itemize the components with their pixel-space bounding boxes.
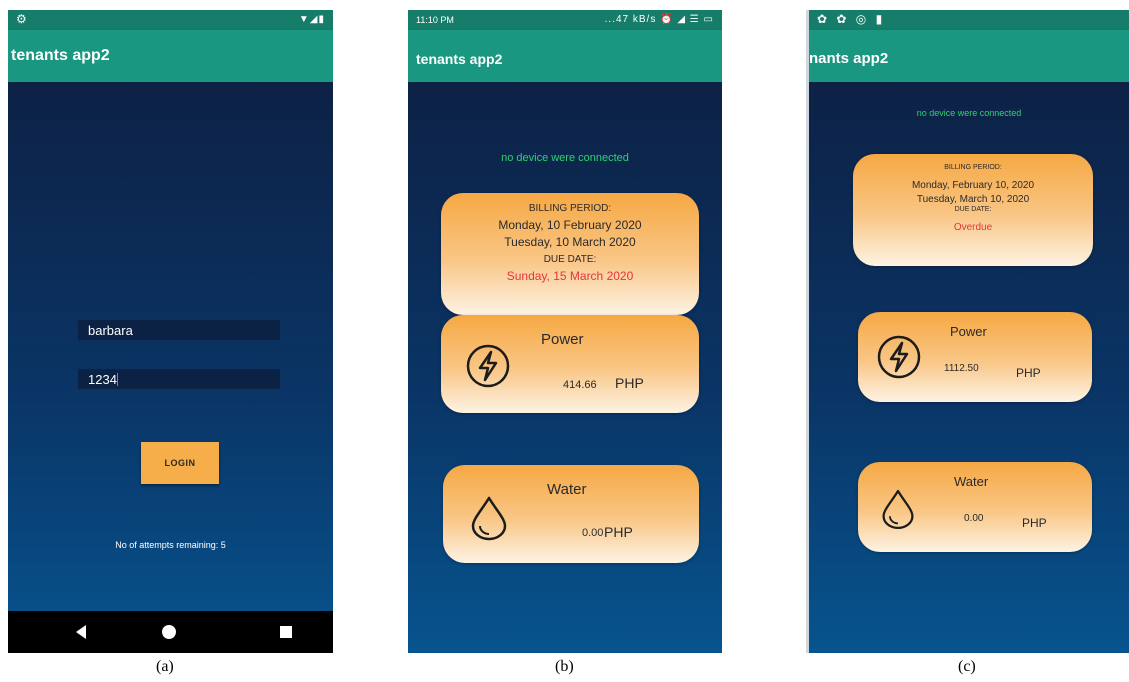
water-card[interactable]: Water 0.00 PHP	[443, 465, 699, 563]
status-bar: ⚙ ▼◢▮	[8, 10, 333, 30]
notification-icon: ⚙	[16, 12, 30, 26]
bolt-icon	[465, 343, 511, 394]
password-input[interactable]: 1234	[78, 369, 280, 389]
status-bar: 11:10 PM ...47 kB/s ⏰ ◢ ☰ ▭	[408, 10, 722, 30]
connection-status: no device were connected	[916, 108, 1022, 118]
signal-battery-icons: ▼◢▮	[298, 14, 325, 25]
billing-start-date: Monday, February 10, 2020	[911, 180, 1035, 191]
home-icon[interactable]	[162, 625, 176, 639]
bolt-icon	[876, 334, 922, 385]
billing-start-date: Monday, 10 February 2020	[498, 218, 642, 232]
billing-end-date: Tuesday, 10 March 2020	[504, 235, 636, 249]
due-date-label: DUE DATE:	[543, 254, 597, 265]
login-content: barbara 1234 LOGIN No of attempts remain…	[8, 82, 333, 653]
app-title: nants app2	[809, 50, 889, 67]
back-icon[interactable]	[76, 625, 86, 639]
caption-b: (b)	[555, 658, 574, 675]
status-bar: ✿ ✿ ◎ ▮	[809, 10, 1129, 30]
water-amount: 0.00	[582, 527, 604, 539]
billing-period-card: BILLING PERIOD: Monday, 10 February 2020…	[441, 193, 699, 315]
recents-icon[interactable]	[280, 626, 292, 638]
overdue-screen: ✿ ✿ ◎ ▮ nants app2 no device were connec…	[806, 10, 1129, 653]
password-value-wrap: 1234	[88, 372, 118, 387]
water-card[interactable]: Water 0.00 PHP	[858, 462, 1092, 552]
billing-period-label: BILLING PERIOD:	[944, 164, 1002, 171]
billing-period-label: BILLING PERIOD:	[528, 203, 612, 214]
android-nav-bar	[8, 611, 333, 653]
password-value: 1234	[88, 372, 117, 387]
billing-end-date: Tuesday, March 10, 2020	[916, 194, 1030, 205]
overdue-content: no device were connected BILLING PERIOD:…	[809, 82, 1129, 653]
billing-period-card: BILLING PERIOD: Monday, February 10, 202…	[853, 154, 1093, 266]
power-amount: 1112.50	[944, 363, 979, 374]
power-label: Power	[541, 331, 584, 348]
droplet-icon	[880, 488, 916, 535]
username-input[interactable]: barbara	[78, 320, 280, 340]
water-currency: PHP	[604, 524, 633, 540]
water-label: Water	[954, 474, 989, 489]
billing-screen: 11:10 PM ...47 kB/s ⏰ ◢ ☰ ▭ tenants app2…	[408, 10, 722, 653]
status-icons: ...47 kB/s ⏰ ◢ ☰ ▭	[604, 14, 714, 25]
power-currency: PHP	[615, 375, 644, 391]
due-date-value: Overdue	[953, 222, 993, 233]
billing-content: no device were connected BILLING PERIOD:…	[408, 82, 722, 653]
water-label: Water	[547, 481, 587, 498]
app-bar: nants app2	[809, 30, 1129, 82]
username-value: barbara	[88, 323, 133, 338]
app-title: tenants app2	[416, 51, 503, 67]
due-date-label: DUE DATE:	[954, 206, 992, 213]
power-card[interactable]: Power 1112.50 PHP	[858, 312, 1092, 402]
login-screen: ⚙ ▼◢▮ tenants app2 barbara 1234 LOGIN No…	[8, 10, 333, 653]
text-cursor	[116, 373, 118, 386]
status-icons: ✿ ✿ ◎ ▮	[817, 12, 886, 26]
app-bar: tenants app2	[8, 30, 333, 82]
attempts-remaining: No of attempts remaining: 5	[115, 540, 226, 550]
power-label: Power	[950, 324, 987, 339]
caption-c: (c)	[958, 658, 976, 675]
water-amount: 0.00	[964, 513, 984, 524]
app-bar: tenants app2	[408, 30, 722, 82]
connection-status: no device were connected	[501, 152, 629, 164]
due-date-value: Sunday, 15 March 2020	[506, 269, 634, 283]
app-title: tenants app2	[11, 47, 110, 64]
login-button[interactable]: LOGIN	[141, 442, 219, 484]
status-time: 11:10 PM	[416, 15, 454, 25]
power-card[interactable]: Power 414.66 PHP	[441, 315, 699, 413]
droplet-icon	[469, 495, 509, 546]
power-currency: PHP	[1016, 366, 1041, 380]
water-currency: PHP	[1022, 516, 1047, 530]
caption-a: (a)	[156, 658, 174, 675]
power-amount: 414.66	[563, 379, 597, 391]
